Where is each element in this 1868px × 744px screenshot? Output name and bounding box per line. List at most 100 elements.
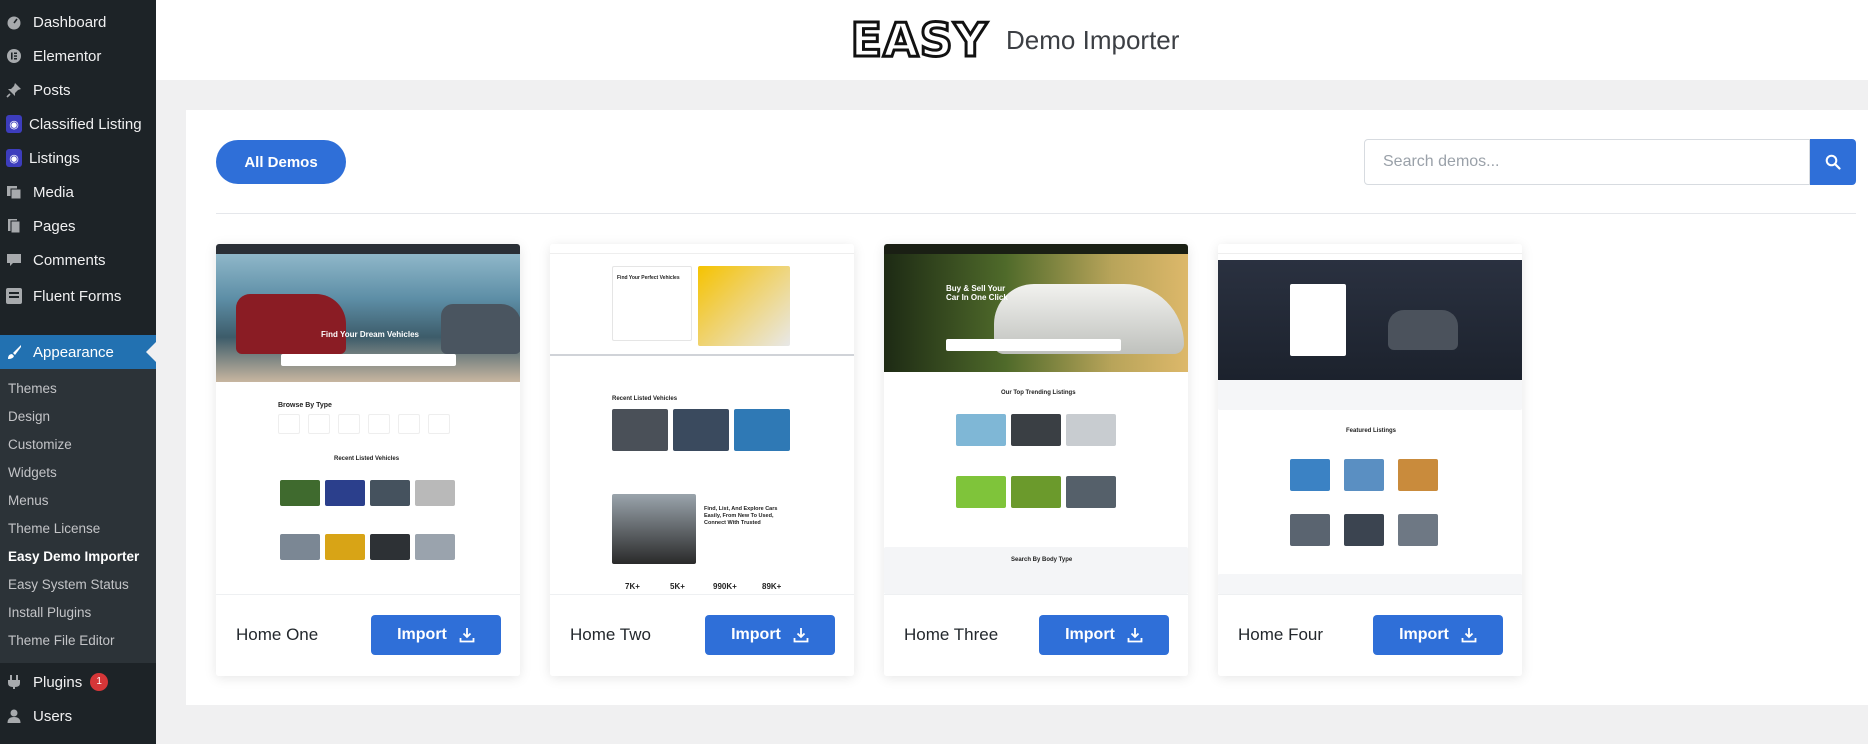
sidebar-item-media[interactable]: Media <box>0 175 156 209</box>
preview-type-tile <box>368 414 390 434</box>
sidebar-item-label: Plugins <box>33 673 83 691</box>
preview-type-tile <box>398 414 420 434</box>
demo-preview-image[interactable]: Find Your Dream Vehicles Browse By Type … <box>216 244 520 594</box>
import-button[interactable]: Import <box>705 615 835 655</box>
demo-card-home-four: Featured Listings Home Four Import <box>1218 244 1522 676</box>
submenu-item-themes[interactable]: Themes <box>8 381 57 396</box>
search-input[interactable] <box>1364 139 1810 185</box>
sidebar-item-plugins[interactable]: Plugins 1 <box>0 665 156 699</box>
sidebar-item-label: Pages <box>33 217 76 235</box>
import-button-label: Import <box>397 626 447 643</box>
preview-feature-car <box>612 494 696 564</box>
preview-listing <box>1066 414 1116 446</box>
demo-name: Home Two <box>570 625 651 644</box>
search-bar <box>1364 139 1856 185</box>
sidebar-item-label: Media <box>33 183 74 201</box>
toolbar-divider <box>216 213 1856 214</box>
preview-listing <box>1290 459 1330 491</box>
demo-card-footer: Home Three Import <box>884 594 1188 676</box>
preview-listing <box>734 409 790 451</box>
preview-listing <box>1066 476 1116 508</box>
submenu-item-easy-system-status[interactable]: Easy System Status <box>8 577 129 592</box>
import-button[interactable]: Import <box>1373 615 1503 655</box>
submenu-item-theme-file-editor[interactable]: Theme File Editor <box>8 633 115 648</box>
sidebar-item-fluent-forms[interactable]: Fluent Forms <box>0 279 156 313</box>
search-icon <box>1825 154 1841 170</box>
preview-listing <box>1398 514 1438 546</box>
import-button-label: Import <box>1065 626 1115 643</box>
sidebar-item-elementor[interactable]: Elementor <box>0 39 156 73</box>
preview-hero: Find Your Dream Vehicles <box>216 254 520 382</box>
sidebar-item-posts[interactable]: Posts <box>0 73 156 107</box>
import-button-label: Import <box>1399 626 1449 643</box>
preview-listing <box>325 480 365 506</box>
preview-listing <box>280 480 320 506</box>
import-button[interactable]: Import <box>1039 615 1169 655</box>
submenu-item-theme-license[interactable]: Theme License <box>8 521 100 536</box>
preview-marquee <box>550 354 854 356</box>
sidebar-item-label: Dashboard <box>33 13 107 31</box>
sidebar-item-listings[interactable]: ◉ Listings <box>0 141 156 175</box>
preview-navbar <box>550 244 854 254</box>
preview-navbar <box>884 244 1188 254</box>
appearance-submenu: Themes Design Customize Widgets Menus Th… <box>0 369 156 663</box>
preview-type-tile <box>308 414 330 434</box>
page-header: EASY Demo Importer <box>156 0 1868 80</box>
preview-section-heading: Find, List, And Explore Cars Easily, Fro… <box>704 506 778 526</box>
sidebar-item-classified-listing[interactable]: ◉ Classified Listing <box>0 107 156 141</box>
preview-listing <box>673 409 729 451</box>
download-icon <box>459 627 475 643</box>
preview-car <box>1388 310 1458 350</box>
preview-listing <box>415 480 455 506</box>
easy-demo-importer-logo: EASY Demo Importer <box>845 12 1179 69</box>
search-button[interactable] <box>1810 139 1856 185</box>
preview-listing <box>1290 514 1330 546</box>
preview-hero <box>1218 260 1522 380</box>
preview-search-form <box>1290 284 1346 356</box>
preview-type-tile <box>278 414 300 434</box>
submenu-item-widgets[interactable]: Widgets <box>8 465 57 480</box>
preview-section-heading: Featured Listings <box>1346 428 1397 434</box>
submenu-item-menus[interactable]: Menus <box>8 493 49 508</box>
preview-navbar <box>1218 244 1522 254</box>
submenu-item-customize[interactable]: Customize <box>8 437 72 452</box>
demo-card-footer: Home Four Import <box>1218 594 1522 676</box>
sidebar-item-label: Fluent Forms <box>33 287 122 305</box>
sidebar-item-dashboard[interactable]: Dashboard <box>0 5 156 39</box>
submenu-item-design[interactable]: Design <box>8 409 50 424</box>
location-pin-icon: ◉ <box>6 115 22 133</box>
media-icon <box>2 180 26 204</box>
preview-hero-title: Find Your Dream Vehicles <box>321 330 419 339</box>
demo-name: Home Four <box>1238 625 1324 644</box>
preview-car <box>441 304 520 354</box>
admin-sidebar: Dashboard Elementor Posts ◉ Classified L… <box>0 0 156 744</box>
sidebar-item-pages[interactable]: Pages <box>0 209 156 243</box>
submenu-item-install-plugins[interactable]: Install Plugins <box>8 605 91 620</box>
sidebar-item-comments[interactable]: Comments <box>0 243 156 277</box>
preview-listing <box>956 414 1006 446</box>
demo-preview-image[interactable]: Find Your Perfect Vehicles Recent Listed… <box>550 244 854 594</box>
preview-brand-strip <box>1218 380 1522 410</box>
demo-preview-image[interactable]: Buy & Sell Your Car In One Click Our Top… <box>884 244 1188 594</box>
pages-icon <box>2 214 26 238</box>
preview-listing <box>370 480 410 506</box>
sidebar-item-users[interactable]: Users <box>0 699 156 733</box>
preview-body-type-section: Search By Body Type <box>884 547 1188 594</box>
forms-icon <box>2 284 26 308</box>
dashboard-icon <box>2 10 26 34</box>
preview-hero-title: Find Your Perfect Vehicles <box>617 275 680 281</box>
preview-section-heading: Recent Listed Vehicles <box>612 396 678 402</box>
all-demos-filter-button[interactable]: All Demos <box>216 140 346 184</box>
sidebar-item-label: Listings <box>29 149 80 167</box>
sidebar-item-label: Classified Listing <box>29 115 142 133</box>
preview-listing <box>956 476 1006 508</box>
sidebar-item-appearance[interactable]: Appearance <box>0 335 156 369</box>
preview-section-heading: Recent Listed Vehicles <box>334 456 400 462</box>
sidebar-item-label: Users <box>33 707 73 725</box>
demo-preview-image[interactable]: Featured Listings <box>1218 244 1522 594</box>
demo-card-home-three: Buy & Sell Your Car In One Click Our Top… <box>884 244 1188 676</box>
preview-listing <box>1398 459 1438 491</box>
submenu-item-easy-demo-importer[interactable]: Easy Demo Importer <box>8 549 139 564</box>
import-button[interactable]: Import <box>371 615 501 655</box>
preview-search <box>281 354 456 366</box>
